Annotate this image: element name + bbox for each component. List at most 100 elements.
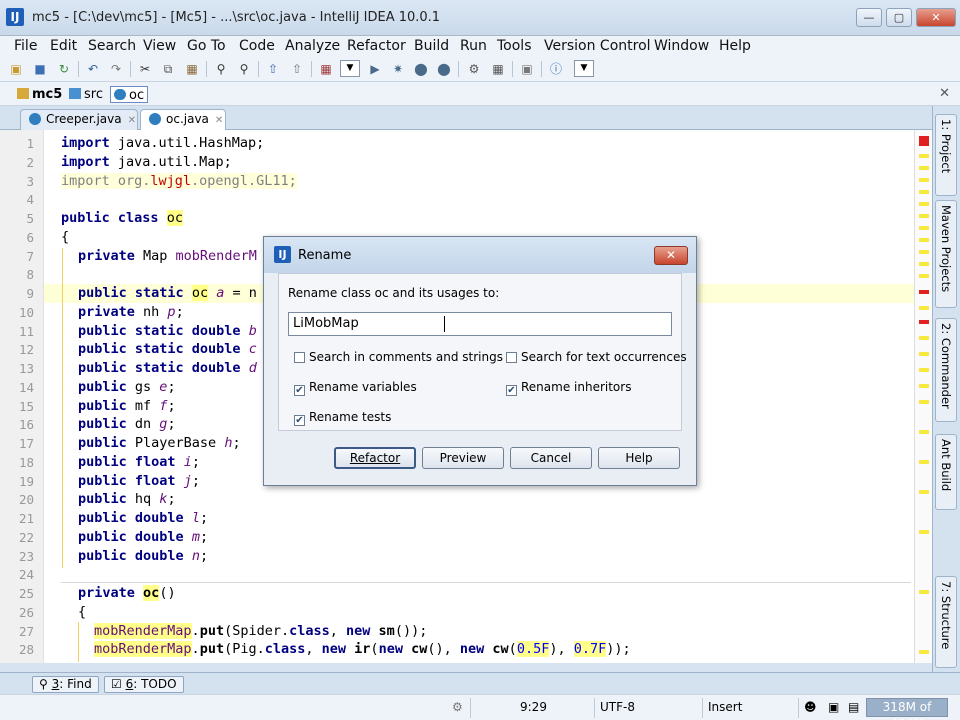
profile-icon[interactable]: ⬤: [436, 61, 452, 77]
open-folder-icon[interactable]: ▣: [8, 61, 24, 77]
menu-code[interactable]: Code: [239, 38, 275, 54]
tool-tab-structure[interactable]: 7: Structure: [935, 576, 957, 668]
rename-variables-checkbox[interactable]: ✔ Rename variables: [294, 380, 417, 396]
class-icon: [149, 113, 161, 125]
error-stripe-scrollbar[interactable]: [914, 130, 932, 663]
dialog-title: Rename: [298, 248, 352, 263]
menu-run[interactable]: Run: [460, 38, 487, 54]
synchronize-icon[interactable]: ↻: [56, 61, 72, 77]
find-icon: ⚲: [39, 677, 48, 691]
lock-icon[interactable]: ▣: [828, 700, 839, 714]
toolbar-dropdown[interactable]: ▼: [574, 60, 594, 77]
breadcrumb-oc[interactable]: oc: [110, 86, 149, 103]
help-icon[interactable]: ⓘ: [548, 61, 564, 77]
breadcrumb-src[interactable]: src: [66, 86, 106, 103]
dialog-close-button[interactable]: ✕: [654, 246, 688, 265]
project-structure-icon[interactable]: ▦: [490, 61, 506, 77]
undo-icon[interactable]: ↶: [85, 61, 101, 77]
code-line: private Map mobRenderM: [78, 248, 257, 264]
minimize-button[interactable]: —: [856, 8, 882, 27]
plugins-icon[interactable]: ▣: [519, 61, 535, 77]
menu-window[interactable]: Window: [654, 38, 709, 54]
background-tasks-icon[interactable]: ⚙: [452, 700, 463, 714]
brace-guide: [62, 248, 63, 568]
tab-close-icon[interactable]: ✕: [215, 115, 223, 126]
run-icon[interactable]: ▶: [367, 61, 383, 77]
close-icon[interactable]: ✕: [939, 86, 950, 101]
cut-icon[interactable]: ✂: [137, 61, 153, 77]
code-line: mobRenderMap.put(Pig.class, new ir(new c…: [94, 641, 631, 657]
help-button[interactable]: Help: [598, 447, 680, 469]
back-icon[interactable]: ⇧: [265, 61, 281, 77]
todo-icon: ☑: [111, 677, 122, 691]
intellij-app-icon: IJ: [274, 246, 291, 263]
redo-icon[interactable]: ↷: [108, 61, 124, 77]
code-line: public mf f;: [78, 398, 176, 414]
code-line: public class oc: [61, 210, 183, 226]
tool-tab-todo[interactable]: ☑ 6: TODO: [104, 676, 184, 693]
tool-tab-find[interactable]: ⚲ 3: Find: [32, 676, 99, 693]
rename-options-panel: Rename class oc and its usages to: LiMob…: [278, 273, 687, 431]
tool-tab-maven-projects[interactable]: Maven Projects: [935, 200, 957, 308]
text-cursor-icon: [444, 316, 445, 332]
maximize-button[interactable]: ▢: [886, 8, 912, 27]
code-line: public static double b: [78, 323, 257, 339]
bottom-tool-bar: ⚲ 3: Find ☑ 6: TODO: [0, 672, 960, 694]
menu-analyze[interactable]: Analyze: [285, 38, 340, 54]
menu-version-control[interactable]: Version Control: [544, 38, 651, 54]
search-comments-checkbox[interactable]: Search in comments and strings: [294, 350, 503, 364]
menu-search[interactable]: Search: [88, 38, 136, 54]
tab-oc-java[interactable]: oc.java ✕: [140, 109, 226, 130]
insert-mode[interactable]: Insert: [708, 700, 742, 714]
source-folder-icon: [69, 88, 81, 99]
refactor-button[interactable]: Refactor: [334, 447, 416, 469]
memory-indicator[interactable]: 318M of 494M: [866, 698, 948, 720]
class-icon: [29, 113, 41, 125]
search-text-occurrences-checkbox[interactable]: Search for text occurrences: [506, 350, 687, 364]
menu-refactor[interactable]: Refactor: [347, 38, 406, 54]
run-coverage-icon[interactable]: ⬤: [413, 61, 429, 77]
menu-help[interactable]: Help: [719, 38, 751, 54]
tab-creeper-java[interactable]: Creeper.java ✕: [20, 109, 138, 130]
inspector-icon[interactable]: ☻: [804, 700, 817, 714]
status-bar: ⚙ 9:29 UTF-8 Insert ☻ ▣ ▤ 318M of 494M: [0, 694, 960, 720]
code-line: {: [61, 229, 70, 245]
make-project-icon[interactable]: ▦: [318, 61, 334, 77]
menu-tools[interactable]: Tools: [497, 38, 532, 54]
main-toolbar: ▣ ■ ↻ ↶ ↷ ✂ ⧉ ▦ ⚲ ⚲ ⇧ ⇧ ▦ ▼ ▶ ✷ ⬤ ⬤ ⚙ ▦ …: [0, 56, 960, 82]
rename-tests-checkbox[interactable]: ✔ Rename tests: [294, 410, 391, 426]
right-tool-bar: 1: Project Maven Projects 2: Commander A…: [932, 106, 960, 672]
window-close-button[interactable]: ✕: [916, 8, 956, 27]
code-line: import org.lwjgl.opengl.GL11;: [61, 173, 297, 189]
tool-tab-ant-build[interactable]: Ant Build: [935, 434, 957, 510]
rename-inheritors-checkbox[interactable]: ✔ Rename inheritors: [506, 380, 631, 396]
cancel-button[interactable]: Cancel: [510, 447, 592, 469]
tab-close-icon[interactable]: ✕: [128, 115, 136, 126]
menu-edit[interactable]: Edit: [50, 38, 77, 54]
menu-file[interactable]: File: [14, 38, 37, 54]
caret-position[interactable]: 9:29: [520, 700, 547, 714]
breadcrumb-mc5[interactable]: mc5: [14, 86, 65, 103]
tool-tab-commander[interactable]: 2: Commander: [935, 318, 957, 422]
menu-build[interactable]: Build: [414, 38, 449, 54]
file-encoding[interactable]: UTF-8: [600, 700, 635, 714]
menu-view[interactable]: View: [143, 38, 176, 54]
replace-icon[interactable]: ⚲: [236, 61, 252, 77]
settings-icon[interactable]: ⚙: [466, 61, 482, 77]
preview-button[interactable]: Preview: [422, 447, 504, 469]
event-log-icon[interactable]: ▤: [848, 700, 859, 714]
save-icon[interactable]: ■: [32, 61, 48, 77]
forward-icon[interactable]: ⇧: [289, 61, 305, 77]
paste-icon[interactable]: ▦: [184, 61, 200, 77]
run-config-dropdown[interactable]: ▼: [340, 60, 360, 77]
find-icon[interactable]: ⚲: [213, 61, 229, 77]
code-line: import java.util.HashMap;: [61, 135, 265, 151]
copy-icon[interactable]: ⧉: [160, 61, 176, 77]
error-status-icon[interactable]: [919, 136, 929, 146]
menu-goto[interactable]: Go To: [187, 38, 226, 54]
code-line: public gs e;: [78, 379, 176, 395]
method-separator: [61, 582, 911, 583]
new-name-input[interactable]: LiMobMap: [288, 312, 672, 336]
tool-tab-project[interactable]: 1: Project: [935, 114, 957, 196]
debug-icon[interactable]: ✷: [390, 61, 406, 77]
